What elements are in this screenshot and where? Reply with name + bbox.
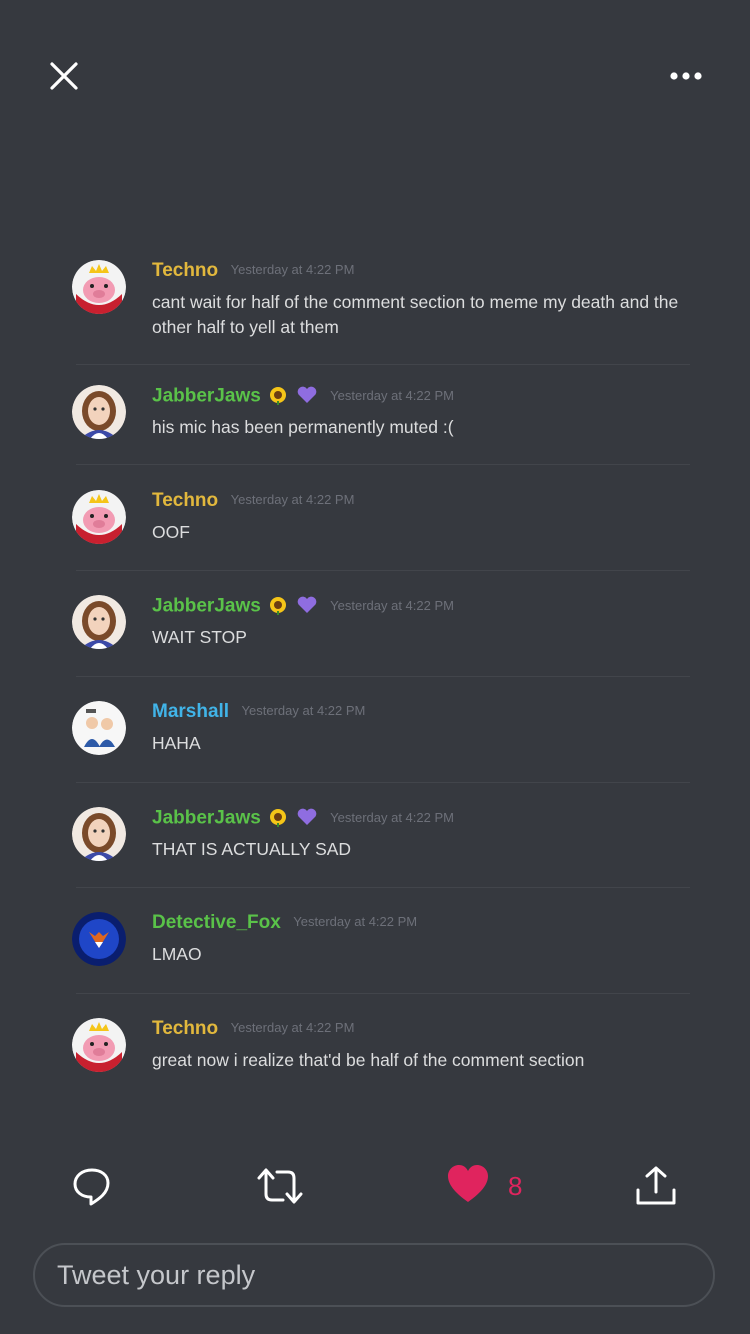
divider <box>76 993 690 994</box>
reply-bubble-icon[interactable] <box>70 1164 114 1208</box>
message-text: great now i realize that'd be half of th… <box>152 1050 585 1070</box>
author-name: Detective_Fox <box>152 912 281 933</box>
sunflower-icon <box>268 595 288 620</box>
author-name: JabberJaws <box>152 807 261 829</box>
sunflower-icon <box>268 385 288 410</box>
avatar <box>72 912 126 966</box>
more-horizontal-icon[interactable] <box>664 62 708 90</box>
reply-input[interactable] <box>33 1243 715 1307</box>
sunflower-icon <box>268 807 288 832</box>
purple-heart-icon <box>296 385 318 410</box>
avatar <box>72 260 126 314</box>
message-text: LMAO <box>152 944 202 964</box>
message-text: OOF <box>152 522 190 542</box>
message-text: his mic has been permanently muted :( <box>152 417 454 437</box>
author-name: Marshall <box>152 701 230 722</box>
retweet-icon[interactable] <box>256 1164 304 1208</box>
divider <box>76 570 690 571</box>
author-name: Techno <box>152 490 219 511</box>
author-name: Techno <box>152 1018 219 1039</box>
divider <box>76 676 690 677</box>
close-icon[interactable] <box>46 58 82 94</box>
avatar <box>72 385 126 439</box>
avatar <box>72 807 126 861</box>
timestamp: Yesterday at 4:22 PM <box>230 492 355 507</box>
share-icon[interactable] <box>634 1164 678 1208</box>
tweet-actions: 8 <box>0 1150 750 1222</box>
avatar <box>72 595 126 649</box>
timestamp: Yesterday at 4:22 PM <box>293 914 418 929</box>
like-button[interactable]: 8 <box>446 1164 522 1208</box>
timestamp: Yesterday at 4:22 PM <box>330 387 454 403</box>
avatar <box>72 1018 126 1072</box>
timestamp: Yesterday at 4:22 PM <box>330 809 454 825</box>
timestamp: Yesterday at 4:22 PM <box>241 703 366 718</box>
message-text: THAT IS ACTUALLY SAD <box>152 839 352 859</box>
like-count: 8 <box>508 1170 523 1201</box>
author-name: Techno <box>152 260 219 281</box>
avatar <box>72 701 126 755</box>
divider <box>76 464 690 465</box>
purple-heart-icon <box>296 595 318 620</box>
divider <box>76 782 690 783</box>
author-name: JabberJaws <box>152 595 261 617</box>
message-text: WAIT STOP <box>152 627 247 647</box>
timestamp: Yesterday at 4:22 PM <box>230 262 355 277</box>
author-name: JabberJaws <box>152 385 261 407</box>
top-bar <box>0 0 750 150</box>
timestamp: Yesterday at 4:22 PM <box>330 597 454 613</box>
divider <box>76 887 690 888</box>
message-text: HAHA <box>152 733 201 753</box>
heart-icon <box>446 1164 490 1209</box>
timestamp: Yesterday at 4:22 PM <box>230 1020 355 1035</box>
divider <box>76 364 690 365</box>
purple-heart-icon <box>296 807 318 832</box>
message-text: cant wait for half of the comment sectio… <box>152 292 679 337</box>
avatar <box>72 490 126 544</box>
